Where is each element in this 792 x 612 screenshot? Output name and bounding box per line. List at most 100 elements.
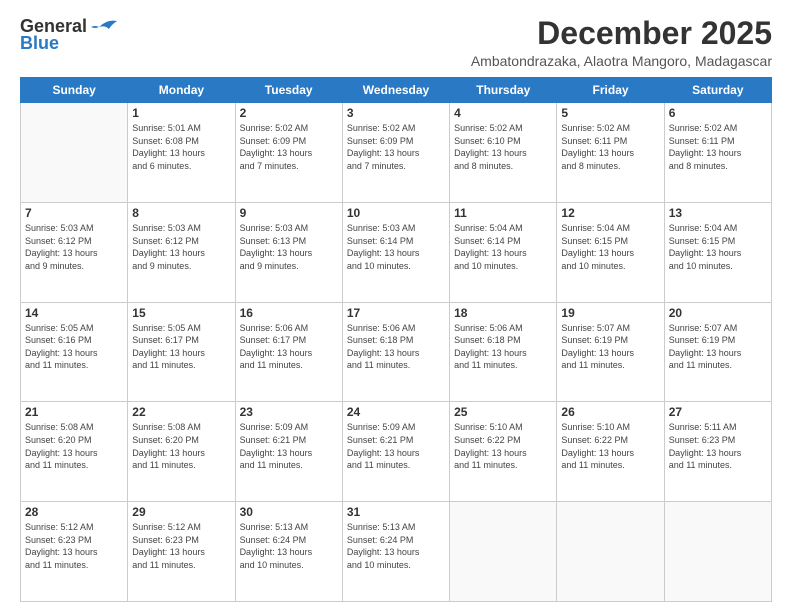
week-row-1: 7 Sunrise: 5:03 AMSunset: 6:12 PMDaylight…: [21, 202, 772, 302]
day-info: Sunrise: 5:01 AMSunset: 6:08 PMDaylight:…: [132, 122, 230, 172]
day-number: 28: [25, 505, 123, 519]
logo-bird-icon: [89, 17, 117, 37]
day-info: Sunrise: 5:09 AMSunset: 6:21 PMDaylight:…: [347, 421, 445, 471]
day-number: 4: [454, 106, 552, 120]
day-info: Sunrise: 5:02 AMSunset: 6:11 PMDaylight:…: [669, 122, 767, 172]
day-number: 25: [454, 405, 552, 419]
calendar-cell: 20 Sunrise: 5:07 AMSunset: 6:19 PMDayligh…: [664, 302, 771, 402]
day-number: 6: [669, 106, 767, 120]
day-info: Sunrise: 5:06 AMSunset: 6:18 PMDaylight:…: [347, 322, 445, 372]
weekday-header-tuesday: Tuesday: [235, 78, 342, 103]
calendar-cell: 10Sunrise: 5:03 AMSunset: 6:14 PMDayligh…: [342, 202, 449, 302]
day-info: Sunrise: 5:13 AMSunset: 6:24 PMDaylight:…: [240, 521, 338, 571]
location: Ambatondrazaka, Alaotra Mangoro, Madagas…: [471, 53, 772, 69]
day-info: Sunrise: 5:05 AMSunset: 6:16 PMDaylight:…: [25, 322, 123, 372]
day-info: Sunrise: 5:04 AMSunset: 6:15 PMDaylight:…: [561, 222, 659, 272]
day-number: 9: [240, 206, 338, 220]
day-info: Sunrise: 5:06 AMSunset: 6:17 PMDaylight:…: [240, 322, 338, 372]
day-number: 13: [669, 206, 767, 220]
day-number: 26: [561, 405, 659, 419]
day-number: 11: [454, 206, 552, 220]
day-info: Sunrise: 5:07 AMSunset: 6:19 PMDaylight:…: [669, 322, 767, 372]
day-number: 24: [347, 405, 445, 419]
day-info: Sunrise: 5:03 AMSunset: 6:14 PMDaylight:…: [347, 222, 445, 272]
calendar-cell: 5Sunrise: 5:02 AMSunset: 6:11 PMDaylight…: [557, 103, 664, 203]
day-number: 31: [347, 505, 445, 519]
month-title: December 2025: [471, 16, 772, 51]
day-info: Sunrise: 5:07 AMSunset: 6:19 PMDaylight:…: [561, 322, 659, 372]
day-number: 16: [240, 306, 338, 320]
calendar-cell: 15Sunrise: 5:05 AMSunset: 6:17 PMDayligh…: [128, 302, 235, 402]
calendar-cell: [450, 502, 557, 602]
calendar-cell: 7 Sunrise: 5:03 AMSunset: 6:12 PMDaylight…: [21, 202, 128, 302]
day-info: Sunrise: 5:09 AMSunset: 6:21 PMDaylight:…: [240, 421, 338, 471]
calendar-cell: 6 Sunrise: 5:02 AMSunset: 6:11 PMDaylight…: [664, 103, 771, 203]
day-info: Sunrise: 5:05 AMSunset: 6:17 PMDaylight:…: [132, 322, 230, 372]
day-number: 18: [454, 306, 552, 320]
calendar-cell: 29 Sunrise: 5:12 AMSunset: 6:23 PMDayligh…: [128, 502, 235, 602]
day-number: 22: [132, 405, 230, 419]
day-number: 30: [240, 505, 338, 519]
day-info: Sunrise: 5:06 AMSunset: 6:18 PMDaylight:…: [454, 322, 552, 372]
day-info: Sunrise: 5:02 AMSunset: 6:09 PMDaylight:…: [347, 122, 445, 172]
calendar-cell: [21, 103, 128, 203]
calendar-cell: 17 Sunrise: 5:06 AMSunset: 6:18 PMDayligh…: [342, 302, 449, 402]
day-number: 14: [25, 306, 123, 320]
weekday-header-row: SundayMondayTuesdayWednesdayThursdayFrid…: [21, 78, 772, 103]
day-number: 1: [132, 106, 230, 120]
calendar-cell: 21 Sunrise: 5:08 AMSunset: 6:20 PMDayligh…: [21, 402, 128, 502]
calendar-cell: 11Sunrise: 5:04 AMSunset: 6:14 PMDayligh…: [450, 202, 557, 302]
week-row-3: 21 Sunrise: 5:08 AMSunset: 6:20 PMDayligh…: [21, 402, 772, 502]
weekday-header-saturday: Saturday: [664, 78, 771, 103]
calendar-cell: 3Sunrise: 5:02 AMSunset: 6:09 PMDaylight…: [342, 103, 449, 203]
day-number: 17: [347, 306, 445, 320]
day-info: Sunrise: 5:13 AMSunset: 6:24 PMDaylight:…: [347, 521, 445, 571]
calendar-cell: [557, 502, 664, 602]
header: General Blue December 2025 Ambatondrazak…: [20, 16, 772, 69]
calendar-cell: 19 Sunrise: 5:07 AMSunset: 6:19 PMDayligh…: [557, 302, 664, 402]
calendar-cell: 13 Sunrise: 5:04 AMSunset: 6:15 PMDayligh…: [664, 202, 771, 302]
calendar-cell: 2 Sunrise: 5:02 AMSunset: 6:09 PMDaylight…: [235, 103, 342, 203]
page: General Blue December 2025 Ambatondrazak…: [0, 0, 792, 612]
calendar-cell: 9 Sunrise: 5:03 AMSunset: 6:13 PMDaylight…: [235, 202, 342, 302]
day-info: Sunrise: 5:10 AMSunset: 6:22 PMDaylight:…: [561, 421, 659, 471]
weekday-header-friday: Friday: [557, 78, 664, 103]
day-info: Sunrise: 5:10 AMSunset: 6:22 PMDaylight:…: [454, 421, 552, 471]
weekday-header-thursday: Thursday: [450, 78, 557, 103]
day-number: 21: [25, 405, 123, 419]
calendar-cell: 30 Sunrise: 5:13 AMSunset: 6:24 PMDayligh…: [235, 502, 342, 602]
day-info: Sunrise: 5:02 AMSunset: 6:09 PMDaylight:…: [240, 122, 338, 172]
day-info: Sunrise: 5:04 AMSunset: 6:15 PMDaylight:…: [669, 222, 767, 272]
day-number: 23: [240, 405, 338, 419]
calendar-cell: 12 Sunrise: 5:04 AMSunset: 6:15 PMDayligh…: [557, 202, 664, 302]
calendar-cell: 31 Sunrise: 5:13 AMSunset: 6:24 PMDayligh…: [342, 502, 449, 602]
day-info: Sunrise: 5:03 AMSunset: 6:12 PMDaylight:…: [25, 222, 123, 272]
day-number: 2: [240, 106, 338, 120]
day-number: 12: [561, 206, 659, 220]
calendar-cell: 18 Sunrise: 5:06 AMSunset: 6:18 PMDayligh…: [450, 302, 557, 402]
day-info: Sunrise: 5:12 AMSunset: 6:23 PMDaylight:…: [132, 521, 230, 571]
day-info: Sunrise: 5:02 AMSunset: 6:10 PMDaylight:…: [454, 122, 552, 172]
calendar-cell: 22Sunrise: 5:08 AMSunset: 6:20 PMDayligh…: [128, 402, 235, 502]
week-row-0: 1 Sunrise: 5:01 AMSunset: 6:08 PMDaylight…: [21, 103, 772, 203]
day-number: 27: [669, 405, 767, 419]
day-number: 19: [561, 306, 659, 320]
day-number: 7: [25, 206, 123, 220]
week-row-2: 14 Sunrise: 5:05 AMSunset: 6:16 PMDayligh…: [21, 302, 772, 402]
calendar-cell: 25 Sunrise: 5:10 AMSunset: 6:22 PMDayligh…: [450, 402, 557, 502]
calendar-cell: 28Sunrise: 5:12 AMSunset: 6:23 PMDayligh…: [21, 502, 128, 602]
day-info: Sunrise: 5:03 AMSunset: 6:13 PMDaylight:…: [240, 222, 338, 272]
logo-blue: Blue: [20, 33, 59, 54]
calendar-cell: 27Sunrise: 5:11 AMSunset: 6:23 PMDayligh…: [664, 402, 771, 502]
calendar-cell: 16 Sunrise: 5:06 AMSunset: 6:17 PMDayligh…: [235, 302, 342, 402]
calendar-cell: 24 Sunrise: 5:09 AMSunset: 6:21 PMDayligh…: [342, 402, 449, 502]
calendar-cell: 1 Sunrise: 5:01 AMSunset: 6:08 PMDaylight…: [128, 103, 235, 203]
day-number: 8: [132, 206, 230, 220]
logo: General Blue: [20, 16, 117, 54]
day-number: 20: [669, 306, 767, 320]
weekday-header-sunday: Sunday: [21, 78, 128, 103]
day-info: Sunrise: 5:08 AMSunset: 6:20 PMDaylight:…: [25, 421, 123, 471]
calendar-cell: [664, 502, 771, 602]
day-number: 29: [132, 505, 230, 519]
calendar-cell: 8Sunrise: 5:03 AMSunset: 6:12 PMDaylight…: [128, 202, 235, 302]
